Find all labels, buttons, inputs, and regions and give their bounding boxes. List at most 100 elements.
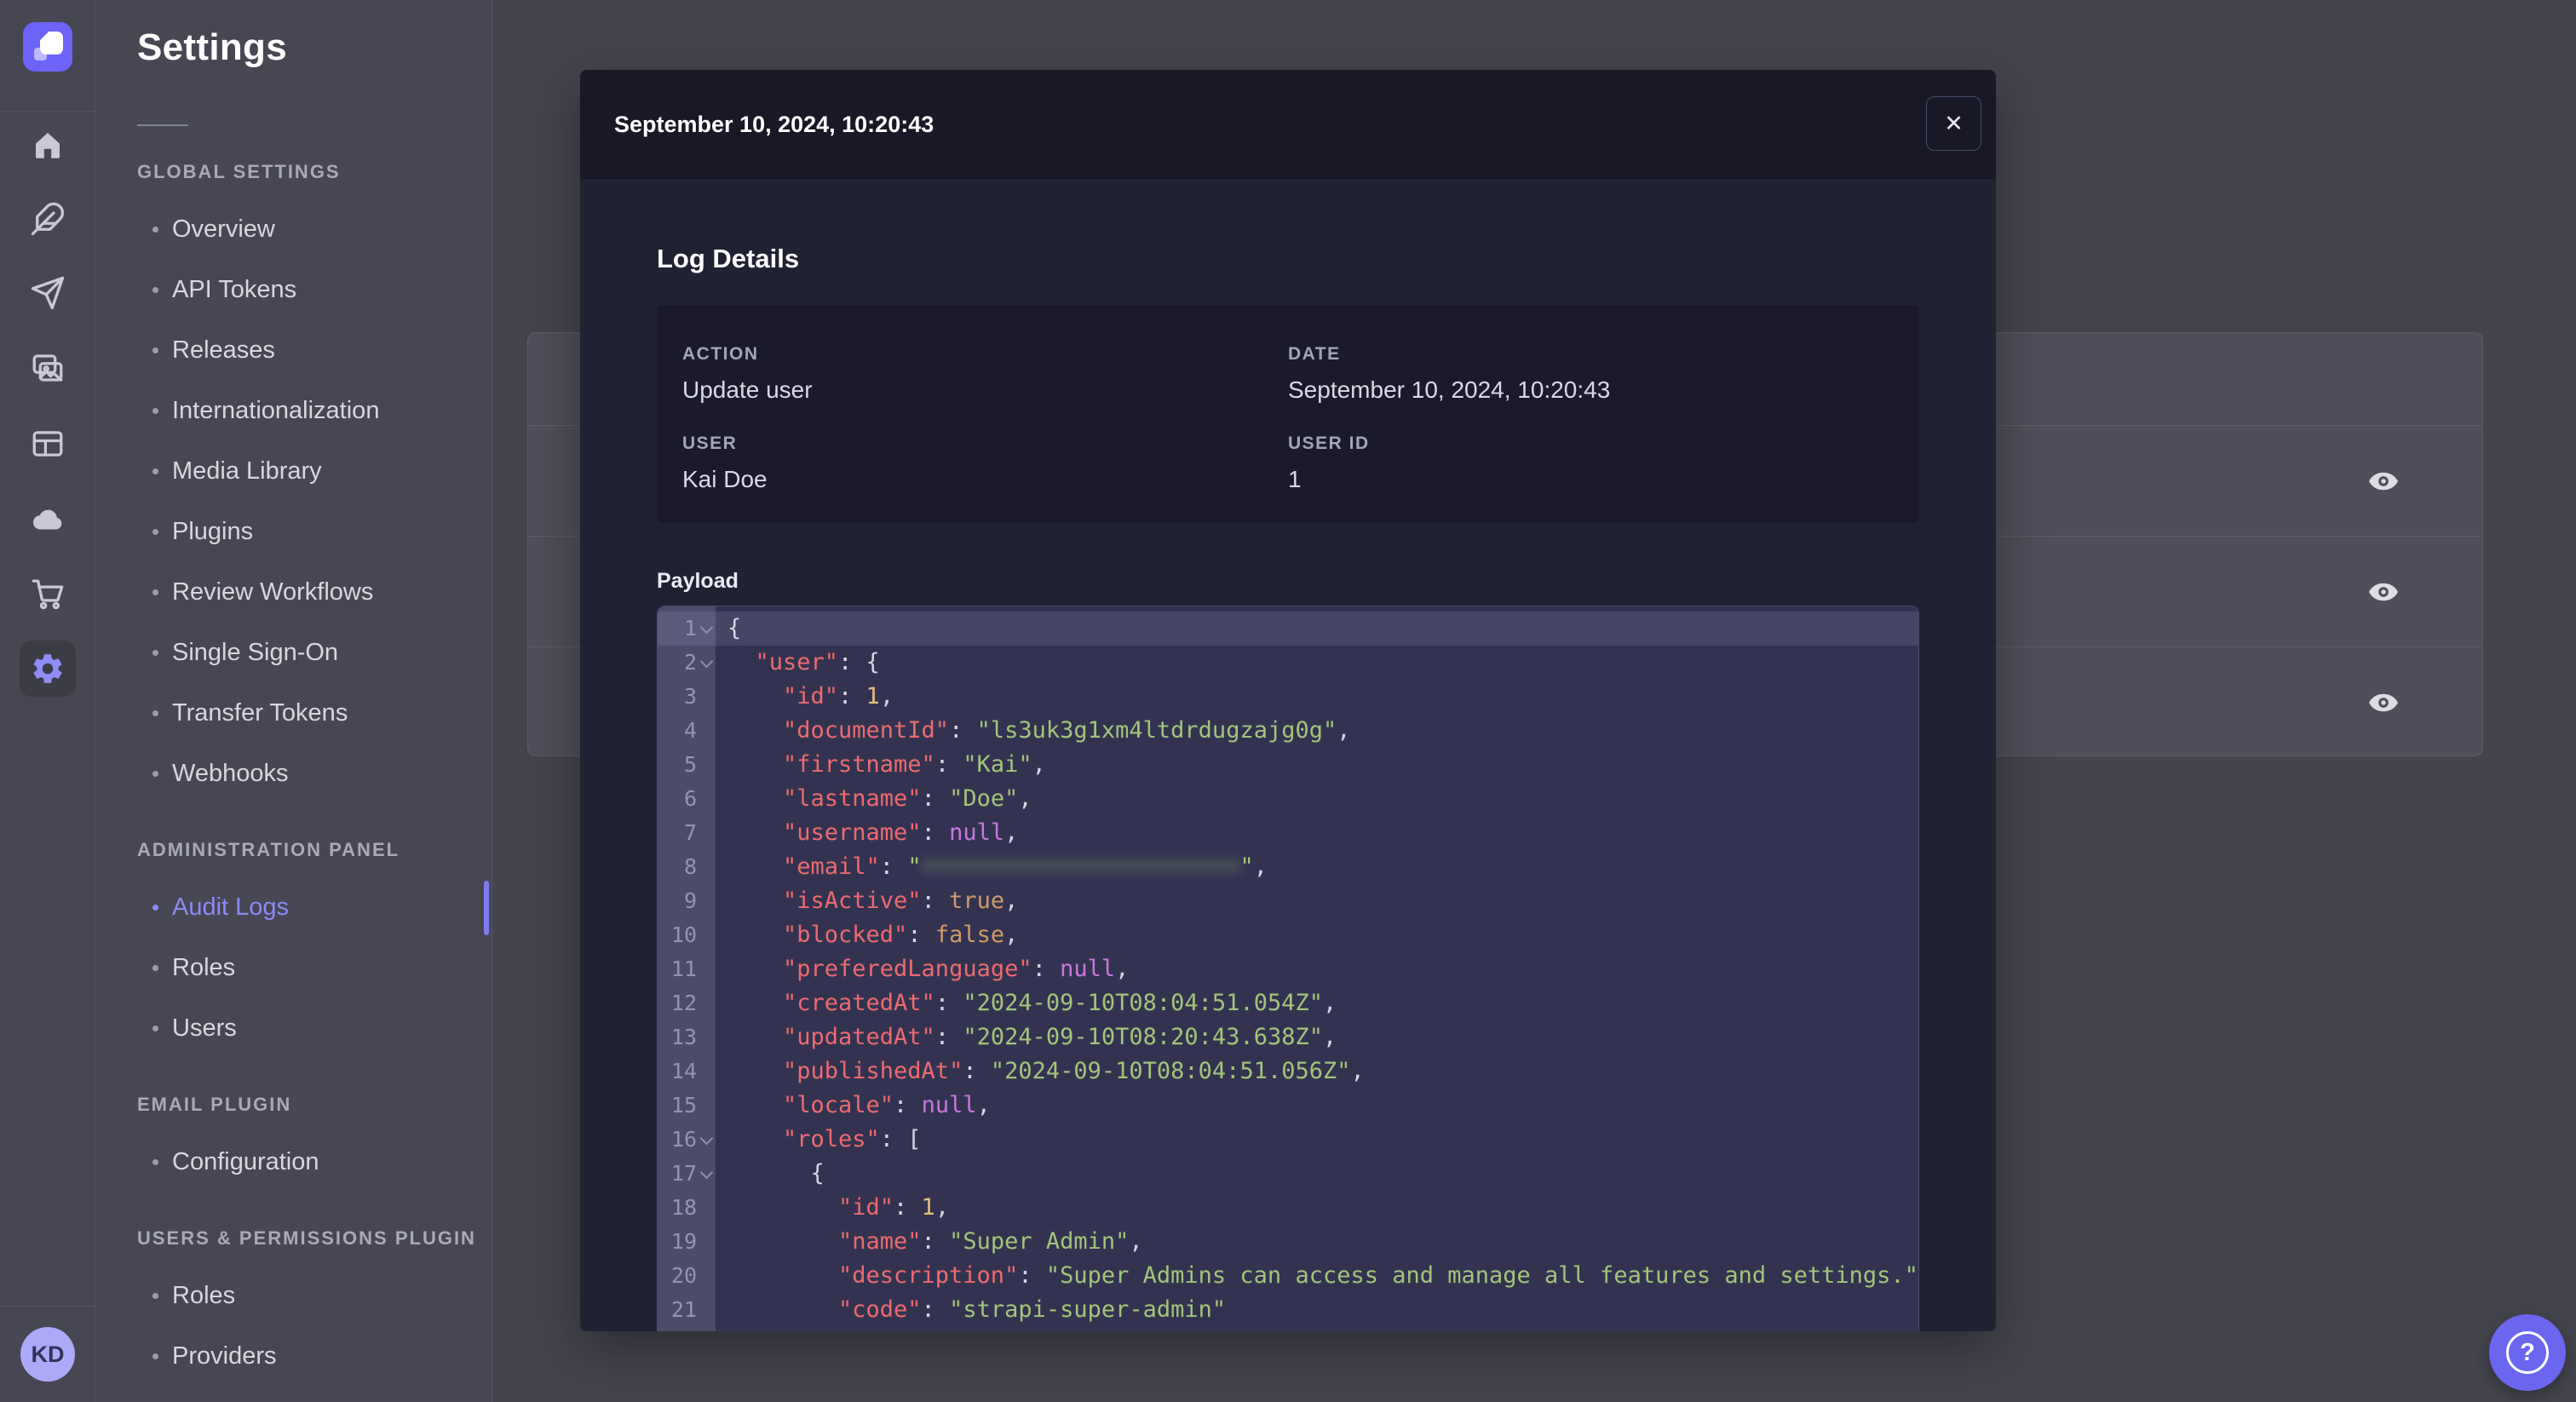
code-line: 4 "documentId": "ls3uk3g1xm4ltdrdugzajg0g…	[658, 714, 1918, 748]
subnav-item-providers[interactable]: Providers	[96, 1326, 492, 1387]
line-number: 5	[683, 752, 697, 777]
subnav-item-label: Single Sign-On	[172, 639, 339, 666]
subnav-section: GLOBAL SETTINGS Overview API Tokens Release…	[96, 160, 492, 804]
subnav-section: ADMINISTRATION PANEL Audit Logs Roles Users	[96, 838, 492, 1059]
view-details-button[interactable]	[2366, 575, 2401, 609]
token-punc: :	[934, 990, 963, 1016]
subnav-item-releases[interactable]: Releases	[96, 320, 492, 381]
code-line: 22}	[658, 1327, 1918, 1331]
gear-icon[interactable]	[20, 641, 76, 697]
fold-chevron-icon[interactable]	[699, 1131, 714, 1146]
bullet-icon	[152, 1353, 158, 1359]
subnav-item-label: Overview	[172, 215, 275, 243]
token-key: "updatedAt"	[783, 1024, 935, 1050]
media-library-icon[interactable]	[20, 340, 76, 396]
detail-field-value: Update user	[682, 376, 813, 403]
strapi-logo[interactable]	[23, 22, 72, 72]
feather-icon[interactable]	[20, 191, 76, 247]
subnav-item-transfer-tokens[interactable]: Transfer Tokens	[96, 683, 492, 744]
detail-field-label: ACTION	[682, 344, 759, 364]
code-line-content: "updatedAt": "2024-09-10T08:20:43.638Z",	[716, 1020, 1918, 1054]
line-number: 12	[670, 991, 697, 1015]
subnav-item-overview[interactable]: Overview	[96, 199, 492, 260]
line-number: 15	[670, 1093, 697, 1118]
line-number: 9	[683, 888, 697, 913]
fold-chevron-icon[interactable]	[699, 654, 714, 669]
view-details-button[interactable]	[2366, 686, 2401, 720]
token-bool: true	[949, 888, 1005, 914]
subnav-item-label: Review Workflows	[172, 578, 374, 606]
line-number: 18	[670, 1195, 697, 1220]
cloud-icon[interactable]	[20, 491, 76, 548]
token-null: null	[949, 819, 1005, 846]
subnav-item-media-library[interactable]: Media Library	[96, 441, 492, 502]
code-line: 19 "name": "Super Admin",	[658, 1225, 1918, 1259]
view-details-button[interactable]	[2366, 464, 2401, 498]
code-line-content: "username": null,	[716, 816, 1918, 850]
close-button[interactable]: ✕	[1926, 96, 1981, 151]
token-key: "code"	[838, 1296, 922, 1323]
token-punc: }	[811, 1330, 825, 1331]
subnav-item-label: Users	[172, 1014, 237, 1042]
token-punc: :	[894, 1092, 922, 1118]
code-line: 18 "id": 1,	[658, 1191, 1918, 1225]
subnav-item-api-tokens[interactable]: API Tokens	[96, 260, 492, 320]
cart-icon[interactable]	[20, 566, 76, 622]
token-str: "	[1239, 853, 1254, 880]
code-line: 7 "username": null,	[658, 816, 1918, 850]
help-button[interactable]: ?	[2489, 1314, 2566, 1391]
token-key: "description"	[838, 1262, 1019, 1289]
layout-icon[interactable]	[20, 416, 76, 472]
code-line: 1{	[658, 612, 1918, 646]
subnav-item-configuration[interactable]: Configuration	[96, 1132, 492, 1192]
token-key: "documentId"	[783, 717, 950, 744]
subnav-item-label: Releases	[172, 336, 275, 364]
fold-chevron-icon[interactable]	[699, 620, 714, 635]
bullet-icon	[152, 529, 158, 535]
token-punc: ,	[934, 1194, 950, 1221]
detail-field-label: USER ID	[1288, 434, 1370, 453]
send-icon[interactable]	[20, 265, 76, 321]
token-key: "id"	[838, 1194, 894, 1221]
subnav-item-roles[interactable]: Roles	[96, 938, 492, 998]
detail-field: USER ID 1	[1288, 434, 1894, 523]
subnav-item-review-workflows[interactable]: Review Workflows	[96, 562, 492, 623]
line-number: 14	[670, 1059, 697, 1083]
subnav-item-webhooks[interactable]: Webhooks	[96, 744, 492, 804]
token-punc: ,	[1350, 1058, 1365, 1084]
subnav-item-internationalization[interactable]: Internationalization	[96, 381, 492, 441]
subnav-item-users[interactable]: Users	[96, 998, 492, 1059]
subnav-item-roles[interactable]: Roles	[96, 1266, 492, 1326]
token-punc: :	[838, 683, 866, 710]
line-number: 21	[670, 1297, 697, 1322]
token-key: "id"	[783, 683, 839, 710]
token-key: "firstname"	[783, 751, 935, 778]
subnav-item-audit-logs[interactable]: Audit Logs	[96, 877, 492, 938]
subnav-section-label: EMAIL PLUGIN	[137, 1094, 292, 1115]
line-number: 10	[670, 922, 697, 947]
fold-chevron-icon[interactable]	[699, 1165, 714, 1180]
bullet-icon	[152, 650, 158, 656]
token-punc: ,	[1322, 1024, 1337, 1050]
bullet-icon	[152, 408, 158, 414]
code-line: 17 {	[658, 1157, 1918, 1191]
subnav-item-single-sign-on[interactable]: Single Sign-On	[96, 623, 492, 683]
subnav-item-plugins[interactable]: Plugins	[96, 502, 492, 562]
code-line: 11 "preferedLanguage": null,	[658, 952, 1918, 986]
token-punc: {	[810, 1160, 825, 1187]
log-details-title: Log Details	[657, 244, 800, 273]
avatar[interactable]: KD	[20, 1327, 75, 1382]
eye-icon	[2369, 583, 2398, 601]
line-number: 2	[658, 646, 716, 680]
home-icon[interactable]	[20, 117, 76, 173]
payload-code-viewer[interactable]: 1{2 "user": {3 "id": 1, 4 "documentId": "ls3…	[657, 606, 1919, 1331]
token-punc: ,	[976, 1092, 991, 1118]
token-punc: ,	[1032, 751, 1046, 778]
page-title: Settings	[137, 26, 287, 68]
token-punc: :	[963, 1058, 991, 1084]
eye-icon	[2369, 693, 2398, 712]
line-number: 19	[670, 1229, 697, 1254]
line-number: 16	[658, 1123, 716, 1157]
code-line-content: "lastname": "Doe",	[716, 782, 1918, 816]
line-number: 13	[670, 1025, 697, 1049]
